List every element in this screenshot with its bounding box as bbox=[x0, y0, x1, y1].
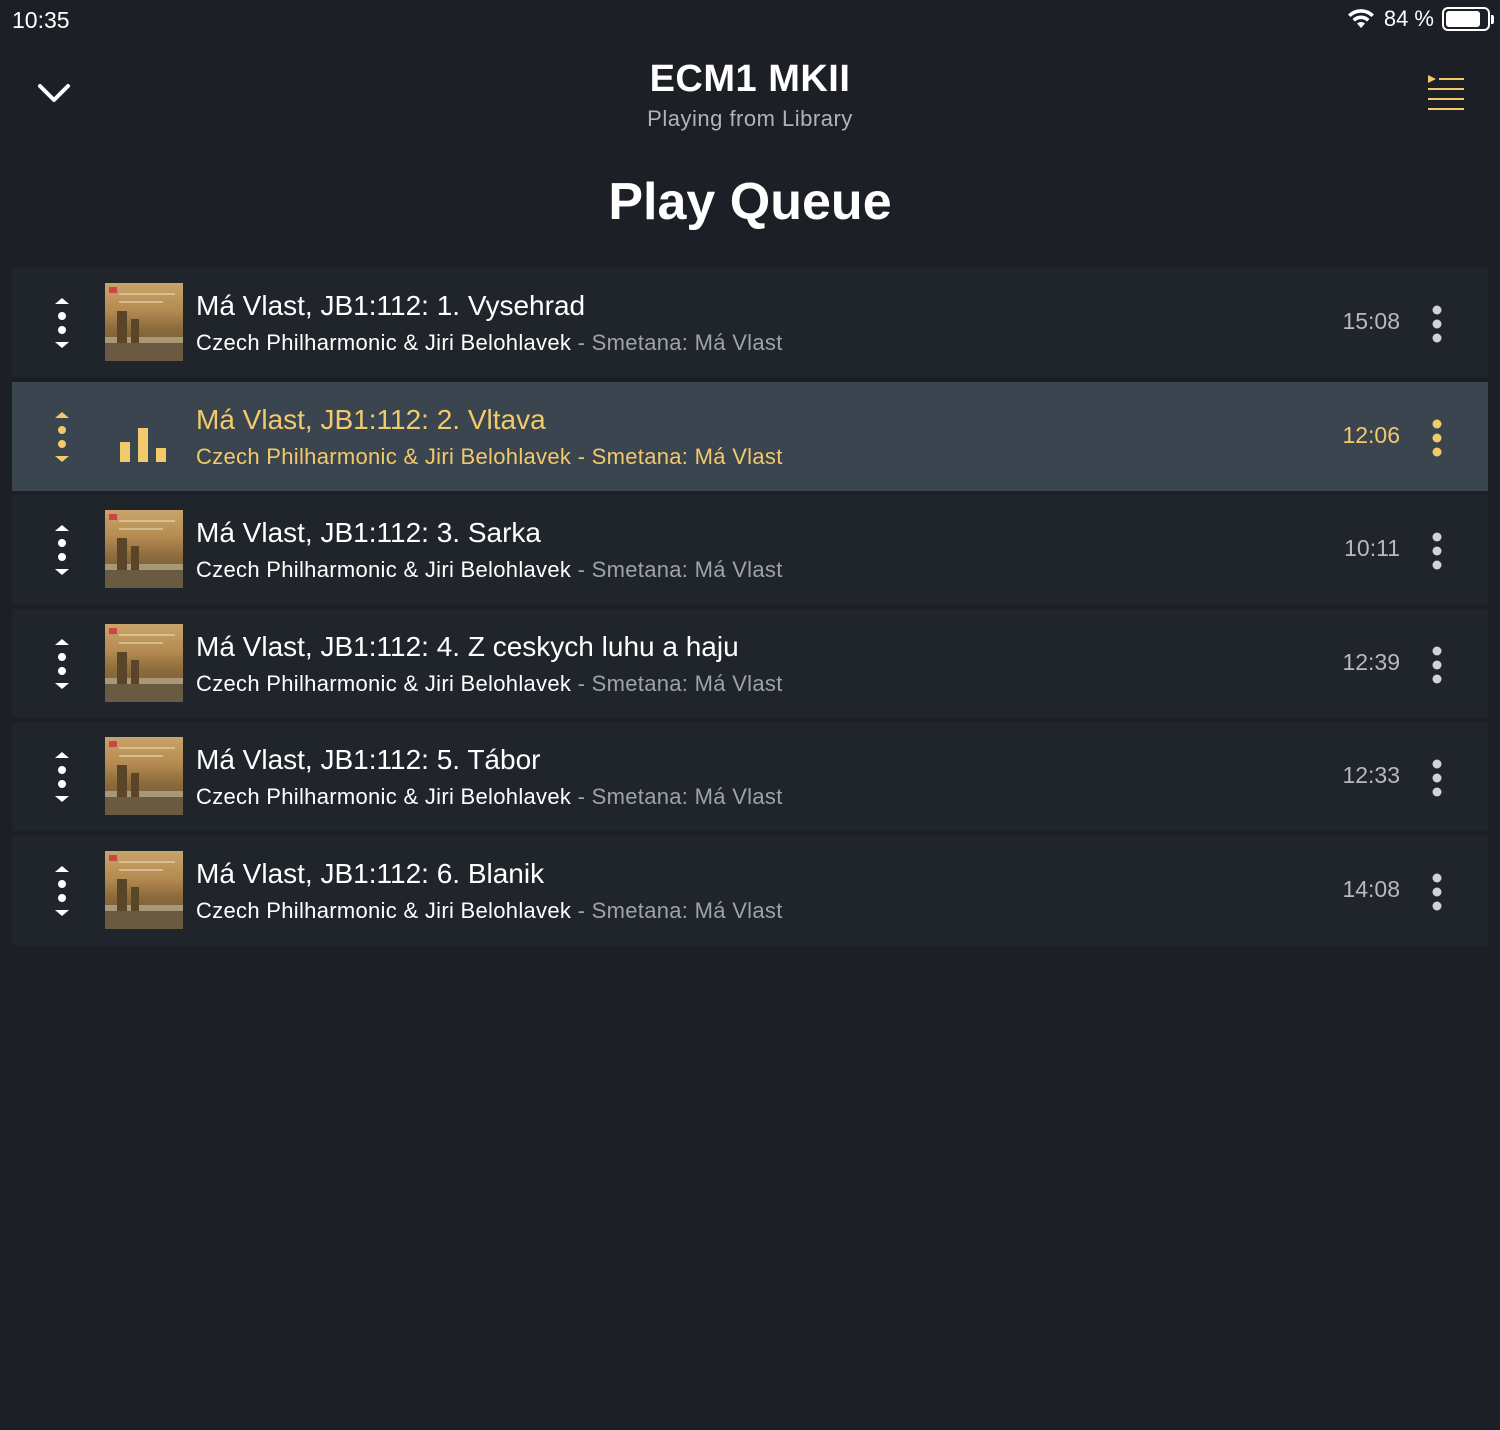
queue-row[interactable]: Má Vlast, JB1:112: 3. Sarka Czech Philha… bbox=[12, 495, 1488, 604]
track-title: Má Vlast, JB1:112: 2. Vltava bbox=[196, 403, 546, 435]
device-name: ECM1 MKII bbox=[649, 58, 851, 100]
reorder-handle-icon bbox=[55, 525, 69, 575]
reorder-handle[interactable] bbox=[48, 749, 76, 805]
track-artist: Czech Philharmonic & Jiri Belohlavek bbox=[196, 784, 572, 809]
album-art bbox=[105, 850, 183, 929]
queue-list: Má Vlast, JB1:112: 1. Vysehrad Czech Phi… bbox=[12, 268, 1488, 949]
track-duration: 14:08 bbox=[1342, 875, 1400, 902]
track-duration: 15:08 bbox=[1342, 308, 1400, 334]
reorder-handle-icon bbox=[55, 298, 69, 348]
playing-source: Playing from Library bbox=[647, 106, 853, 131]
track-title: Má Vlast, JB1:112: 6. Blanik bbox=[196, 857, 545, 889]
track-meta: Czech Philharmonic & Jiri Belohlavek - S… bbox=[196, 898, 783, 924]
track-artist: Czech Philharmonic & Jiri Belohlavek bbox=[196, 897, 572, 923]
queue-row[interactable]: Má Vlast, JB1:112: 6. Blanik Czech Philh… bbox=[12, 835, 1488, 945]
track-meta: Czech Philharmonic & Jiri Belohlavek - S… bbox=[196, 784, 783, 810]
queue-row[interactable]: Má Vlast, JB1:112: 1. Vysehrad Czech Phi… bbox=[12, 268, 1488, 377]
more-vertical-icon bbox=[1432, 759, 1442, 797]
more-vertical-icon bbox=[1432, 305, 1442, 343]
track-album: Smetana: Má Vlast bbox=[591, 897, 783, 923]
track-title: Má Vlast, JB1:112: 1. Vysehrad bbox=[196, 290, 586, 321]
track-duration: 10:11 bbox=[1344, 535, 1400, 561]
status-indicators: 84 % bbox=[1346, 6, 1494, 32]
track-meta: Czech Philharmonic & Jiri Belohlavek - S… bbox=[196, 557, 783, 583]
more-options-button[interactable] bbox=[1426, 418, 1448, 458]
track-meta: Czech Philharmonic & Jiri Belohlavek - S… bbox=[196, 444, 783, 470]
reorder-handle-icon bbox=[55, 865, 69, 916]
reorder-handle-icon bbox=[55, 752, 69, 802]
more-options-button[interactable] bbox=[1426, 645, 1448, 685]
reorder-handle[interactable] bbox=[48, 522, 76, 578]
album-art bbox=[105, 737, 183, 815]
album-art bbox=[105, 623, 183, 702]
player-header: ECM1 MKII Playing from Library bbox=[0, 48, 1500, 158]
track-album: Smetana: Má Vlast bbox=[591, 557, 783, 582]
meta-separator: - bbox=[571, 784, 592, 809]
meta-separator: - bbox=[571, 897, 592, 923]
queue-row[interactable]: Má Vlast, JB1:112: 4. Z ceskych luhu a h… bbox=[12, 608, 1488, 718]
meta-separator: - bbox=[571, 557, 592, 582]
reorder-handle-icon bbox=[55, 638, 69, 689]
more-vertical-icon bbox=[1432, 419, 1442, 456]
meta-separator: - bbox=[571, 443, 592, 469]
meta-separator: - bbox=[571, 670, 592, 696]
wifi-icon bbox=[1347, 9, 1374, 28]
more-vertical-icon bbox=[1432, 873, 1442, 910]
track-album: Smetana: Má Vlast bbox=[591, 670, 783, 696]
battery-percentage: 84 % bbox=[1383, 6, 1434, 31]
reorder-handle[interactable] bbox=[48, 863, 76, 919]
more-options-button[interactable] bbox=[1426, 758, 1448, 798]
queue-row[interactable]: Má Vlast, JB1:112: 5. Tábor Czech Philha… bbox=[12, 722, 1488, 831]
track-title: Má Vlast, JB1:112: 5. Tábor bbox=[196, 744, 541, 775]
track-title: Má Vlast, JB1:112: 4. Z ceskych luhu a h… bbox=[196, 630, 739, 662]
page-title: Play Queue bbox=[608, 173, 892, 231]
equalizer-icon bbox=[120, 427, 166, 462]
reorder-handle[interactable] bbox=[48, 636, 76, 692]
meta-separator: - bbox=[571, 330, 592, 355]
track-meta: Czech Philharmonic & Jiri Belohlavek - S… bbox=[196, 671, 783, 697]
track-duration: 12:33 bbox=[1342, 762, 1400, 788]
track-artist: Czech Philharmonic & Jiri Belohlavek bbox=[196, 443, 572, 469]
track-meta: Czech Philharmonic & Jiri Belohlavek - S… bbox=[196, 330, 783, 356]
track-artist: Czech Philharmonic & Jiri Belohlavek bbox=[196, 330, 572, 355]
battery-icon bbox=[1442, 7, 1494, 31]
queue-menu-button[interactable] bbox=[1424, 72, 1466, 112]
more-options-button[interactable] bbox=[1426, 531, 1448, 571]
more-vertical-icon bbox=[1432, 646, 1442, 683]
album-art bbox=[105, 510, 183, 588]
track-title: Má Vlast, JB1:112: 3. Sarka bbox=[196, 517, 541, 548]
track-album: Smetana: Má Vlast bbox=[591, 784, 783, 809]
reorder-handle-icon bbox=[55, 411, 69, 462]
track-album: Smetana: Má Vlast bbox=[591, 443, 783, 469]
album-art bbox=[105, 283, 183, 361]
status-bar: 10:35 84 % bbox=[0, 0, 1500, 40]
reorder-handle[interactable] bbox=[48, 295, 76, 351]
track-duration: 12:06 bbox=[1342, 421, 1400, 448]
track-duration: 12:39 bbox=[1342, 648, 1400, 675]
track-album: Smetana: Má Vlast bbox=[591, 330, 783, 355]
reorder-handle[interactable] bbox=[48, 409, 76, 465]
more-options-button[interactable] bbox=[1426, 304, 1448, 344]
queue-row-now-playing[interactable]: Má Vlast, JB1:112: 2. Vltava Czech Philh… bbox=[12, 381, 1488, 491]
queue-list-icon bbox=[1428, 75, 1464, 110]
track-artist: Czech Philharmonic & Jiri Belohlavek bbox=[196, 557, 572, 582]
battery-fill bbox=[1446, 11, 1480, 27]
more-vertical-icon bbox=[1432, 532, 1442, 570]
track-artist: Czech Philharmonic & Jiri Belohlavek bbox=[196, 670, 572, 696]
status-time: 10:35 bbox=[12, 7, 70, 33]
more-options-button[interactable] bbox=[1426, 872, 1448, 912]
